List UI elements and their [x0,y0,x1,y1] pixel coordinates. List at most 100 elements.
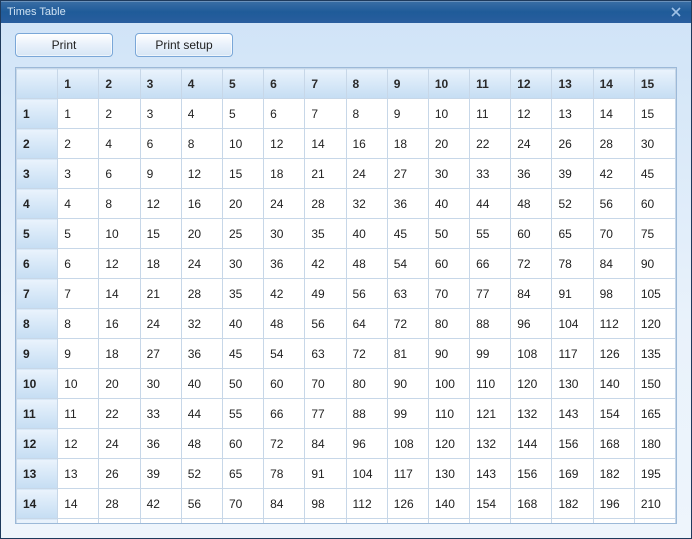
col-header[interactable]: 8 [346,69,387,99]
cell[interactable]: 3 [58,159,99,189]
cell[interactable]: 84 [264,489,305,519]
cell[interactable]: 24 [99,429,140,459]
cell[interactable]: 48 [264,309,305,339]
cell[interactable]: 54 [264,339,305,369]
cell[interactable]: 143 [470,459,511,489]
cell[interactable]: 135 [634,339,675,369]
cell[interactable]: 45 [634,159,675,189]
cell[interactable]: 126 [593,339,634,369]
cell[interactable]: 56 [346,279,387,309]
cell[interactable]: 180 [511,519,552,525]
cell[interactable]: 135 [387,519,428,525]
cell[interactable]: 35 [305,219,346,249]
cell[interactable]: 26 [552,129,593,159]
cell[interactable]: 7 [305,99,346,129]
cell[interactable]: 70 [593,219,634,249]
cell[interactable]: 15 [634,99,675,129]
cell[interactable]: 60 [634,189,675,219]
cell[interactable]: 108 [511,339,552,369]
cell[interactable]: 30 [264,219,305,249]
cell[interactable]: 63 [387,279,428,309]
cell[interactable]: 20 [181,219,222,249]
cell[interactable]: 45 [222,339,263,369]
cell[interactable]: 144 [511,429,552,459]
cell[interactable]: 18 [264,159,305,189]
cell[interactable]: 12 [140,189,181,219]
cell[interactable]: 36 [387,189,428,219]
cell[interactable]: 1 [58,99,99,129]
cell[interactable]: 33 [470,159,511,189]
col-header[interactable]: 13 [552,69,593,99]
cell[interactable]: 2 [58,129,99,159]
cell[interactable]: 98 [593,279,634,309]
cell[interactable]: 22 [99,399,140,429]
cell[interactable]: 21 [140,279,181,309]
row-header[interactable]: 6 [17,249,58,279]
close-icon[interactable] [667,4,685,20]
cell[interactable]: 18 [140,249,181,279]
cell[interactable]: 180 [634,429,675,459]
cell[interactable]: 42 [140,489,181,519]
cell[interactable]: 4 [58,189,99,219]
cell[interactable]: 8 [181,129,222,159]
cell[interactable]: 48 [346,249,387,279]
cell[interactable]: 65 [552,219,593,249]
cell[interactable]: 104 [552,309,593,339]
cell[interactable]: 44 [181,399,222,429]
cell[interactable]: 36 [181,339,222,369]
cell[interactable]: 121 [470,399,511,429]
row-header[interactable]: 2 [17,129,58,159]
cell[interactable]: 6 [264,99,305,129]
cell[interactable]: 33 [140,399,181,429]
cell[interactable]: 10 [428,99,469,129]
cell[interactable]: 165 [634,399,675,429]
cell[interactable]: 90 [428,339,469,369]
cell[interactable]: 45 [140,519,181,525]
cell[interactable]: 26 [99,459,140,489]
cell[interactable]: 24 [346,159,387,189]
cell[interactable]: 40 [181,369,222,399]
cell[interactable]: 42 [305,249,346,279]
cell[interactable]: 12 [99,249,140,279]
cell[interactable]: 28 [99,489,140,519]
cell[interactable]: 30 [140,369,181,399]
cell[interactable]: 10 [58,369,99,399]
cell[interactable]: 35 [222,279,263,309]
cell[interactable]: 70 [305,369,346,399]
cell[interactable]: 6 [140,129,181,159]
cell[interactable]: 14 [305,129,346,159]
cell[interactable]: 11 [58,399,99,429]
cell[interactable]: 52 [181,459,222,489]
cell[interactable]: 48 [181,429,222,459]
cell[interactable]: 126 [387,489,428,519]
col-header[interactable]: 10 [428,69,469,99]
cell[interactable]: 36 [264,249,305,279]
cell[interactable]: 143 [552,399,593,429]
cell[interactable]: 110 [470,369,511,399]
cell[interactable]: 24 [140,309,181,339]
cell[interactable]: 64 [346,309,387,339]
cell[interactable]: 10 [99,219,140,249]
cell[interactable]: 32 [346,189,387,219]
cell[interactable]: 165 [470,519,511,525]
cell[interactable]: 21 [305,159,346,189]
cell[interactable]: 40 [428,189,469,219]
col-header[interactable]: 9 [387,69,428,99]
cell[interactable]: 49 [305,279,346,309]
cell[interactable]: 15 [58,519,99,525]
cell[interactable]: 84 [593,249,634,279]
cell[interactable]: 40 [222,309,263,339]
row-header[interactable]: 15 [17,519,58,525]
cell[interactable]: 30 [222,249,263,279]
cell[interactable]: 96 [346,429,387,459]
cell[interactable]: 56 [181,489,222,519]
cell[interactable]: 27 [140,339,181,369]
col-header[interactable]: 12 [511,69,552,99]
cell[interactable]: 54 [387,249,428,279]
print-setup-button[interactable]: Print setup [135,33,233,57]
col-header[interactable]: 7 [305,69,346,99]
cell[interactable]: 91 [305,459,346,489]
cell[interactable]: 120 [346,519,387,525]
cell[interactable]: 168 [593,429,634,459]
cell[interactable]: 77 [305,399,346,429]
